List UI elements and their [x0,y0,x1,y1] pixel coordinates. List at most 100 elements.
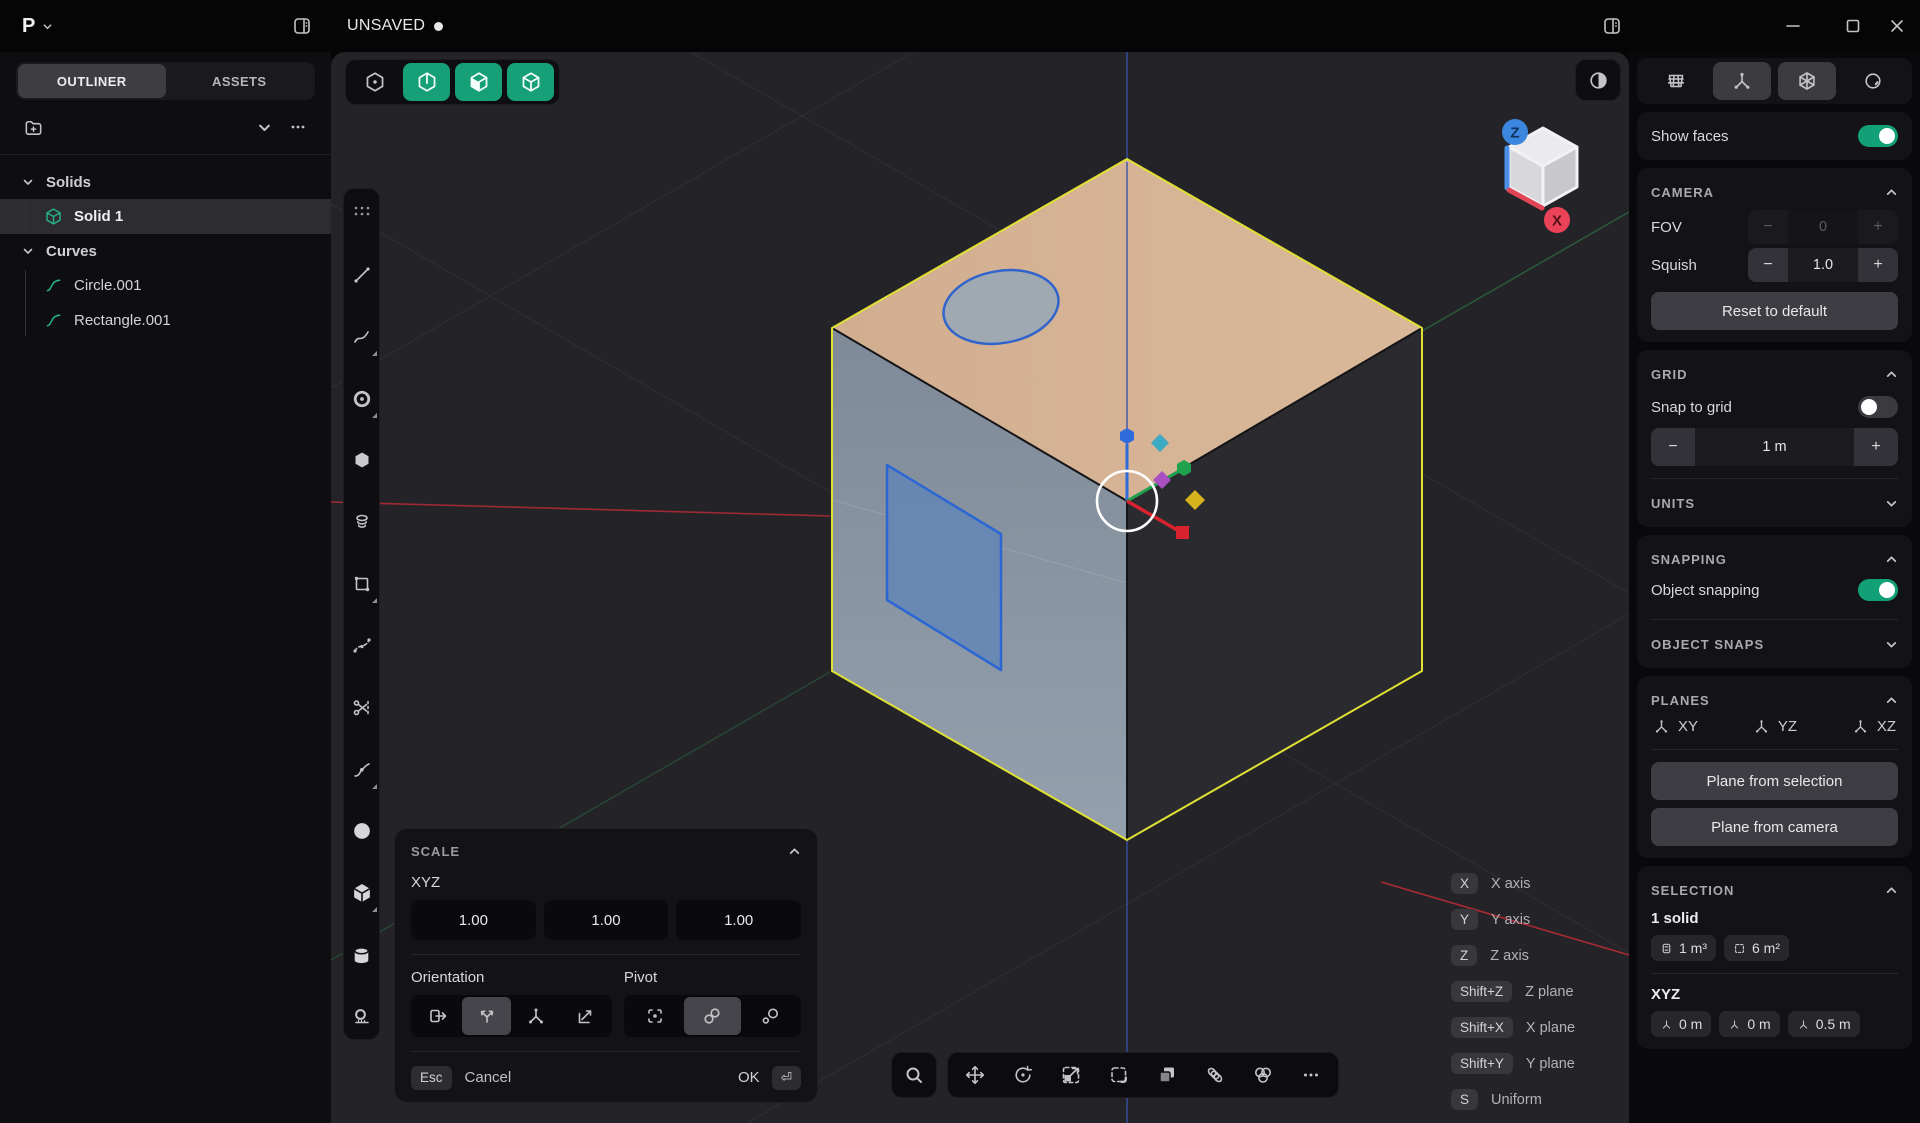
grid-size-increment-button[interactable]: + [1854,428,1898,466]
scale-x-input[interactable]: 1.00 [411,900,536,940]
tree-item-circle-001[interactable]: Circle.001 [0,268,331,303]
navcube-x-badge[interactable]: X [1544,207,1570,233]
tab-assets[interactable]: ASSETS [166,64,314,98]
marquee-select-button[interactable] [1095,1054,1143,1096]
box-tool-button[interactable] [347,880,377,906]
control-point-curve-tool-button[interactable] [347,633,377,659]
fov-value[interactable]: 0 [1788,210,1858,244]
attach-button[interactable] [1191,1054,1239,1096]
new-group-button[interactable] [16,112,50,142]
chevron-up-icon[interactable] [1885,694,1898,707]
mode-vertex-button[interactable] [351,63,398,101]
orientation-gizmo-button[interactable] [511,997,560,1035]
pivot-linked-icon [702,1006,722,1026]
chevron-up-icon[interactable] [788,845,801,858]
rectangle-tool-button[interactable] [347,571,377,597]
gizmo-display-button[interactable] [1713,62,1771,100]
viewport-3d[interactable]: Z X [331,52,1629,1123]
fov-label: FOV [1651,219,1682,236]
fov-increment-button[interactable]: + [1858,210,1898,244]
boolean-button[interactable] [1239,1054,1287,1096]
grid-size-decrement-button[interactable]: − [1651,428,1695,466]
line-tool-button[interactable] [347,262,377,288]
sphere-tool-button[interactable] [347,818,377,844]
chevron-down-icon[interactable] [1885,638,1898,651]
reset-to-default-button[interactable]: Reset to default [1651,292,1898,330]
plane-xy-button[interactable]: XY [1653,718,1698,735]
bridge-curve-tool-button[interactable] [347,757,377,783]
rotate-tool-button[interactable] [999,1054,1047,1096]
show-faces-toggle[interactable] [1858,125,1898,147]
mode-solid-button[interactable] [507,63,554,101]
tree-group-curves[interactable]: Curves [0,234,331,268]
trim-tool-button[interactable] [347,695,377,721]
curve-tool-button[interactable] [347,324,377,350]
polygon-tool-button[interactable] [347,447,377,473]
item-label: Rectangle.001 [74,312,171,329]
app-menu-button[interactable]: P [14,10,61,42]
pivot-center-button[interactable] [626,997,684,1035]
scale-y-input[interactable]: 1.00 [544,900,669,940]
scale-z-input[interactable]: 1.00 [676,900,801,940]
search-command-button[interactable] [892,1054,936,1096]
duplicate-button[interactable] [1143,1054,1191,1096]
maximize-button[interactable] [1830,6,1876,46]
mode-edge-button[interactable] [403,63,450,101]
chevron-up-icon[interactable] [1885,368,1898,381]
circle-tool-button[interactable] [347,386,377,412]
squish-value[interactable]: 1.0 [1788,248,1858,282]
tree-item-rectangle-001[interactable]: Rectangle.001 [0,303,331,338]
pivot-individual-button[interactable] [741,997,799,1035]
chevron-down-icon[interactable] [1885,497,1898,510]
right-panel-toggle-button[interactable] [1592,8,1632,44]
grid-display-button[interactable] [1647,62,1705,100]
wireframe-display-button[interactable] [1778,62,1836,100]
cylinder-tool-button[interactable] [347,942,377,968]
orientation-custom-button[interactable] [561,997,610,1035]
plane-from-camera-button[interactable]: Plane from camera [1651,808,1898,846]
orientation-world-button[interactable] [413,997,462,1035]
divider [1651,478,1898,479]
grid-size-value[interactable]: 1 m [1695,428,1854,466]
fov-stepper: − 0 + [1748,210,1898,244]
measure-tool-button[interactable] [347,1004,377,1030]
left-panel-toggle-button[interactable] [282,8,322,44]
orientation-local-button[interactable] [462,997,511,1035]
spiral-tool-button[interactable] [347,509,377,535]
object-snapping-toggle[interactable] [1858,579,1898,601]
tree-item-solid-1[interactable]: Solid 1 [0,199,331,234]
orientation-options [411,995,612,1037]
plane-xz-button[interactable]: XZ [1852,718,1896,735]
toolbar-drag-handle[interactable] [347,198,377,224]
outliner-options-button[interactable] [281,112,315,142]
snap-to-grid-toggle[interactable] [1858,396,1898,418]
pivot-linked-button[interactable] [684,997,742,1035]
chevron-up-icon[interactable] [1885,884,1898,897]
indent-guide [25,270,26,336]
chevron-up-icon[interactable] [1885,553,1898,566]
key-badge: X [1451,873,1478,895]
plane-from-selection-button[interactable]: Plane from selection [1651,762,1898,800]
tree-group-solids[interactable]: Solids [0,165,331,199]
minimize-button[interactable] [1770,6,1816,46]
move-tool-button[interactable] [951,1054,999,1096]
squish-increment-button[interactable]: + [1858,248,1898,282]
squish-decrement-button[interactable]: − [1748,248,1788,282]
cancel-button[interactable]: Cancel [465,1069,512,1086]
navigation-cube[interactable]: Z X [1481,108,1605,240]
ok-button[interactable]: OK [738,1069,760,1086]
collapse-all-button[interactable] [247,112,281,142]
close-button[interactable] [1874,6,1920,46]
fov-decrement-button[interactable]: − [1748,210,1788,244]
shading-display-button[interactable] [1844,62,1902,100]
mode-face-button[interactable] [455,63,502,101]
scale-tool-button[interactable] [1047,1054,1095,1096]
more-tools-button[interactable] [1287,1054,1335,1096]
viewport-display-button[interactable] [1575,59,1621,101]
viewport-settings-tabs [1637,58,1912,104]
hint-row: Shift+XX plane [1451,1014,1575,1041]
navcube-z-badge[interactable]: Z [1502,119,1528,145]
tab-outliner[interactable]: OUTLINER [18,64,166,98]
chevron-up-icon[interactable] [1885,186,1898,199]
plane-yz-button[interactable]: YZ [1753,718,1797,735]
